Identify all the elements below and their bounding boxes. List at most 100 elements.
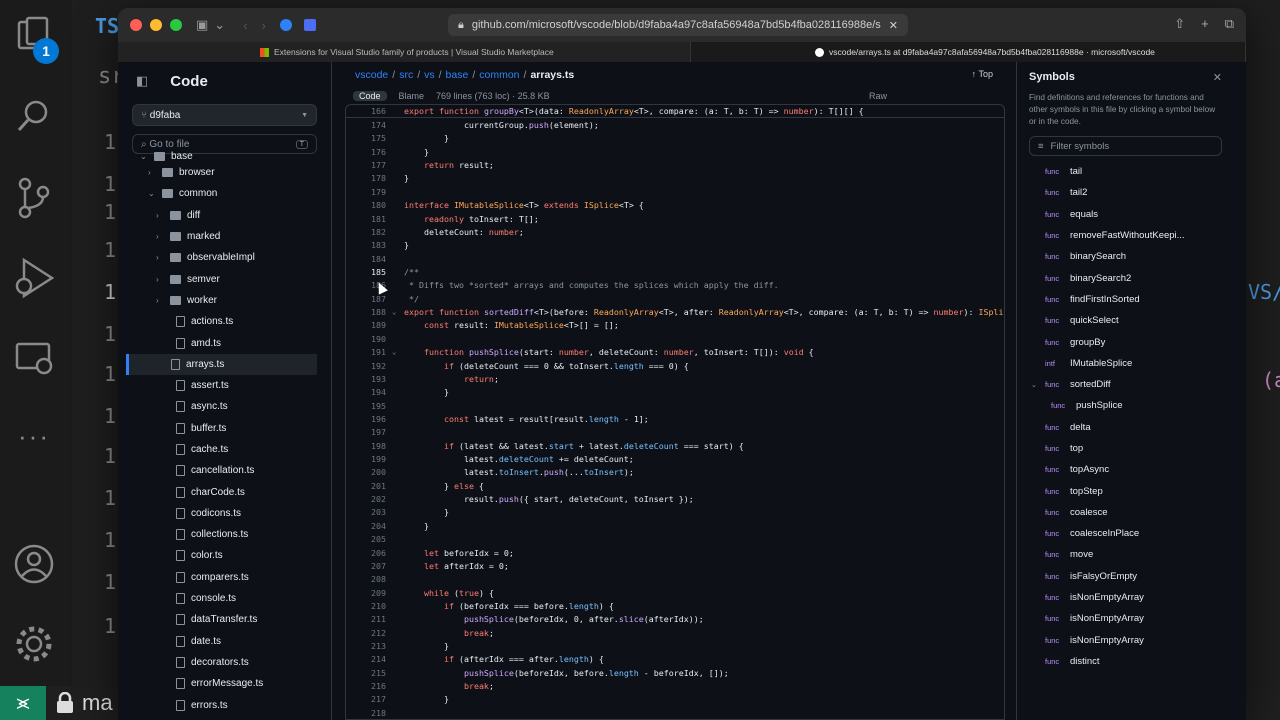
fold-chevron-icon[interactable]: ⌄ [392,308,404,316]
blame-tab[interactable]: Blame [399,91,425,101]
symbol-item[interactable]: func findFirstInSorted [1017,289,1234,310]
back-icon[interactable]: ‹ [243,18,247,33]
line-number[interactable]: 195 [346,401,392,411]
tree-file[interactable]: charCode.ts [118,481,331,502]
extension-icon[interactable] [279,19,292,31]
line-number[interactable]: 180 [346,200,392,210]
symbol-item[interactable]: func isFalsyOrEmpty [1017,566,1234,587]
symbol-item[interactable]: func quickSelect [1017,310,1234,331]
tree-file[interactable]: amd.ts [118,332,331,353]
line-number[interactable]: 213 [346,641,392,651]
line-number[interactable]: 216 [346,681,392,691]
symbol-item[interactable]: func topAsync [1017,459,1234,480]
zoom-window-button[interactable] [170,19,182,31]
symbol-item[interactable]: ⌄ func sortedDiff [1017,374,1234,395]
tree-file[interactable]: buffer.ts [118,418,331,439]
tree-file[interactable]: cache.ts [118,439,331,460]
tree-folder[interactable]: › observableImpl [118,247,331,268]
line-number[interactable]: 203 [346,507,392,517]
chevron-down-icon[interactable]: ⌄ [214,17,225,33]
line-number[interactable]: 208 [346,574,392,584]
collapse-panel-icon[interactable]: ◧ [136,73,148,89]
raw-button[interactable]: Raw [869,91,887,101]
forward-icon[interactable]: › [262,18,266,33]
line-number[interactable]: 194 [346,387,392,397]
tree-file[interactable]: date.ts [118,631,331,652]
line-number[interactable]: 198 [346,441,392,451]
line-number[interactable]: 166 [346,106,392,116]
line-number[interactable]: 188 [346,307,392,317]
line-number[interactable]: 214 [346,654,392,664]
symbol-item[interactable]: func pushSplice [1017,395,1234,416]
symbol-item[interactable]: func binarySearch2 [1017,267,1234,288]
tree-folder[interactable]: › semver [118,268,331,289]
line-number[interactable]: 215 [346,668,392,678]
breadcrumb-link[interactable]: base [446,69,469,81]
close-icon[interactable]: ✕ [1213,71,1222,84]
status-branch[interactable]: ma [56,690,113,716]
symbol-item[interactable]: func tail [1017,161,1234,182]
symbol-item[interactable]: func top [1017,438,1234,459]
tree-file[interactable]: decorators.ts [118,652,331,673]
symbol-item[interactable]: func groupBy [1017,331,1234,352]
breadcrumb-link[interactable]: common [479,69,519,81]
source-control-icon[interactable] [10,174,58,222]
line-number[interactable]: 211 [346,614,392,624]
line-number[interactable]: 212 [346,628,392,638]
line-number[interactable]: 191 [346,347,392,357]
close-window-button[interactable] [130,19,142,31]
line-number[interactable]: 179 [346,187,392,197]
minimize-window-button[interactable] [150,19,162,31]
line-number[interactable]: 189 [346,320,392,330]
line-number[interactable]: 184 [346,254,392,264]
line-number[interactable]: 183 [346,240,392,250]
line-number[interactable]: 202 [346,494,392,504]
tree-file[interactable]: console.ts [118,588,331,609]
line-number[interactable]: 190 [346,334,392,344]
chevron-down-icon[interactable]: ⌄ [1031,381,1037,389]
tree-file[interactable]: errorMessage.ts [118,673,331,694]
symbol-item[interactable]: func isNonEmptyArray [1017,630,1234,651]
line-number[interactable]: 181 [346,214,392,224]
settings-gear-icon[interactable] [10,620,58,668]
tree-file[interactable]: errors.ts [118,694,331,715]
line-number[interactable]: 210 [346,601,392,611]
tree-folder[interactable]: › browser [118,162,331,183]
breadcrumb-link[interactable]: vs [424,69,435,81]
sidebar-toggle-icon[interactable]: ▣ [196,17,208,33]
privacy-icon[interactable] [303,19,316,31]
tree-folder[interactable]: ⌄ base [118,150,331,162]
tree-file[interactable]: codicons.ts [118,503,331,524]
line-number[interactable]: 196 [346,414,392,424]
symbol-item[interactable]: intf IMutableSplice [1017,353,1234,374]
symbol-item[interactable]: func topStep [1017,480,1234,501]
tree-file[interactable]: dataTransfer.ts [118,609,331,630]
share-icon[interactable]: ⇧ [1174,16,1185,32]
fold-chevron-icon[interactable]: ⌄ [392,348,404,356]
line-number[interactable]: 217 [346,694,392,704]
line-number[interactable]: 205 [346,534,392,544]
tab-marketplace[interactable]: Extensions for Visual Studio family of p… [118,42,691,62]
breadcrumb-link[interactable]: src [399,69,413,81]
line-number[interactable]: 199 [346,454,392,464]
line-number[interactable]: 197 [346,427,392,437]
tree-file[interactable]: collections.ts [118,524,331,545]
remote-indicator-icon[interactable]: ⪤ [0,686,46,720]
filter-symbols-input[interactable]: ≡ Filter symbols [1029,136,1222,156]
symbol-item[interactable]: func delta [1017,417,1234,438]
line-number[interactable]: 185 [346,267,392,277]
tree-file[interactable]: async.ts [118,396,331,417]
tree-file[interactable]: color.ts [118,545,331,566]
tree-folder[interactable]: › marked [118,226,331,247]
tree-folder[interactable]: › diff [118,205,331,226]
tree-file[interactable]: comparers.ts [118,567,331,588]
symbol-item[interactable]: func isNonEmptyArray [1017,587,1234,608]
line-number[interactable]: 218 [346,708,392,718]
symbol-item[interactable]: func equals [1017,204,1234,225]
line-number[interactable]: 176 [346,147,392,157]
line-number[interactable]: 175 [346,133,392,143]
symbol-item[interactable]: func removeFastWithoutKeepi... [1017,225,1234,246]
symbol-item[interactable]: func coalesceInPlace [1017,523,1234,544]
symbol-item[interactable]: func tail2 [1017,182,1234,203]
line-number[interactable]: 200 [346,467,392,477]
